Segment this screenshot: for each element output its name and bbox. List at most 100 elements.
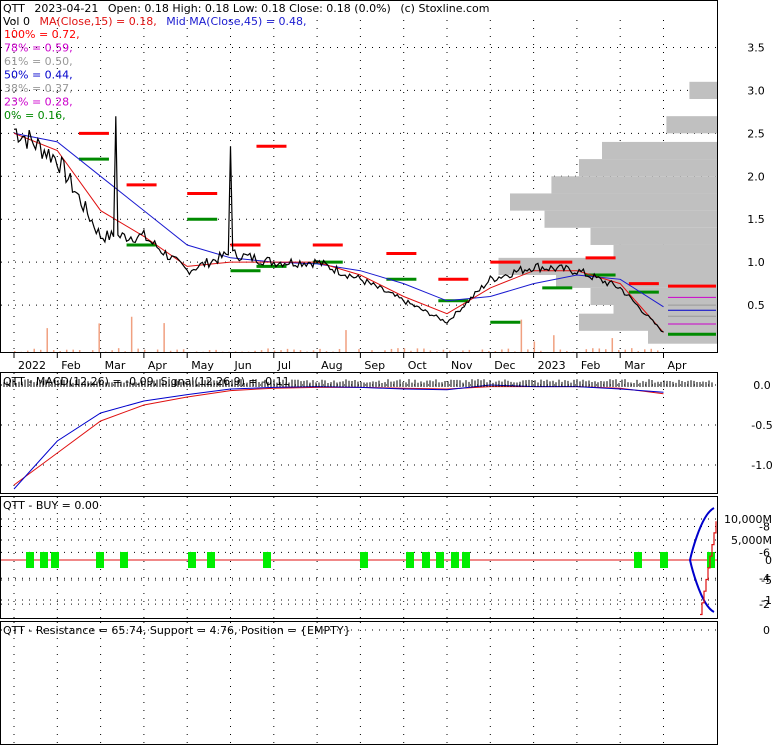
volume-bar [566,351,568,352]
volume-bar [254,351,256,352]
buy-marker [422,552,430,568]
volume-bar [521,320,523,352]
volume-bar [280,350,282,352]
stock-chart: QTT 2023-04-21 Open: 0.18 High: 0.18 Low… [0,0,778,746]
macd-series [4,379,712,489]
buy-marker [207,552,215,568]
volume-bar [540,351,542,352]
price-y-tick: 2.0 [747,170,765,183]
volume-bar [118,348,120,352]
fib-label: 23% = 0.28, [4,96,73,109]
volume-bar [72,350,74,352]
volume-bar [53,350,55,352]
fib-label: 78% = 0.59, [4,42,73,55]
res-y-tick: -8 [759,520,770,533]
fib-label: 61% = 0.50, [4,55,73,68]
res-y-tick: 0 [763,624,770,637]
volume-bar [423,349,425,352]
price-y-tick: 1.0 [747,256,765,269]
volume-bar [488,351,490,352]
volume-bar [449,351,451,352]
macd-y-tick: -1.0 [751,459,772,472]
price-x-tick: Dec [494,359,515,372]
volume-bar [527,349,529,352]
volume-profile-bar [551,176,717,193]
macd-y-axis: 0.0-0.5-1.0 [751,379,772,472]
volume-bar [410,351,412,352]
volume-bar [404,348,406,352]
volume-bar [443,350,445,352]
volume-bar [293,350,295,352]
volume-bar [553,335,555,352]
fib-label: 0% = 0.16, [4,109,66,122]
volume-bar [482,350,484,352]
volume-bar [560,350,562,352]
ticker: QTT [3,2,25,15]
volume-bar [319,349,321,352]
price-x-tick: Oct [408,359,428,372]
price-y-tick: 2.5 [747,127,765,140]
volume-bar [657,350,659,352]
volume-bar [40,350,42,352]
price-x-tick: May [191,359,214,372]
buy-marker [188,552,196,568]
fib-label: 100% = 0.72, [4,28,80,41]
volume-bar [98,323,100,352]
volume-profile-bar [510,193,717,210]
volume-bar [605,349,607,352]
volume-bar [436,351,438,352]
volume-bar [261,350,263,352]
ma15-label: MA(Close,15) = 0.18, [39,15,156,28]
price-x-tick: Apr [148,359,168,372]
volume-bar [14,351,16,352]
volume-bar [384,350,386,352]
volume-profile-bar [579,159,717,176]
macd-y-tick: 0.0 [753,379,771,392]
volume-bar [144,350,146,352]
volume-bar [638,351,640,352]
volume-bar [33,349,35,352]
volume-bar [313,350,315,352]
volume-bar [163,323,165,352]
volume-bar [631,348,633,352]
price-x-tick: Sep [364,359,385,372]
volume-bar [170,351,172,352]
volume-bar [618,350,620,352]
volume-bar [599,348,601,352]
buy-marker [406,552,414,568]
price-x-tick: Mar [624,359,645,372]
buy-marker [263,552,271,568]
volume-bar [300,350,302,352]
price-x-tick: Feb [61,359,80,372]
volume-bar [462,350,464,352]
price-y-tick: 0.5 [747,299,765,312]
buy-marker [40,552,48,568]
volume-bar [345,330,347,352]
fibonacci-legend: 100% = 0.72,78% = 0.59,61% = 0.50,50% = … [4,28,80,122]
buy-marker [436,552,444,568]
volume-bar [586,349,588,352]
volume-bar [274,351,276,352]
price-y-tick: 3.5 [747,41,765,54]
macd-line [14,385,664,489]
ma45-label: Mid MA(Close,45) = 0.48, [166,15,306,28]
buy-y-tick: 5,000M [731,534,772,547]
volume-bar [131,317,133,352]
volume-bar [27,351,29,352]
volume-profile-bar [689,82,717,99]
volume-bar [508,349,510,352]
volume-bar [417,348,419,352]
volume-bar [176,350,178,352]
price-y-axis: 3.53.02.52.01.51.00.5 [747,41,765,312]
price-x-tick: Aug [321,359,342,372]
volume-bar [326,351,328,352]
volume-bar [79,350,81,352]
header-ohlc: Open: 0.18 High: 0.18 Low: 0.18 Close: 0… [108,2,391,15]
buy-signals [1,508,717,612]
volume-bar [501,349,503,352]
volume-bar [66,350,68,352]
header-source: (c) Stoxline.com [400,2,489,15]
price-x-tick: Nov [451,359,473,372]
volume-bar [124,351,126,352]
price-x-tick: Jul [277,359,291,372]
